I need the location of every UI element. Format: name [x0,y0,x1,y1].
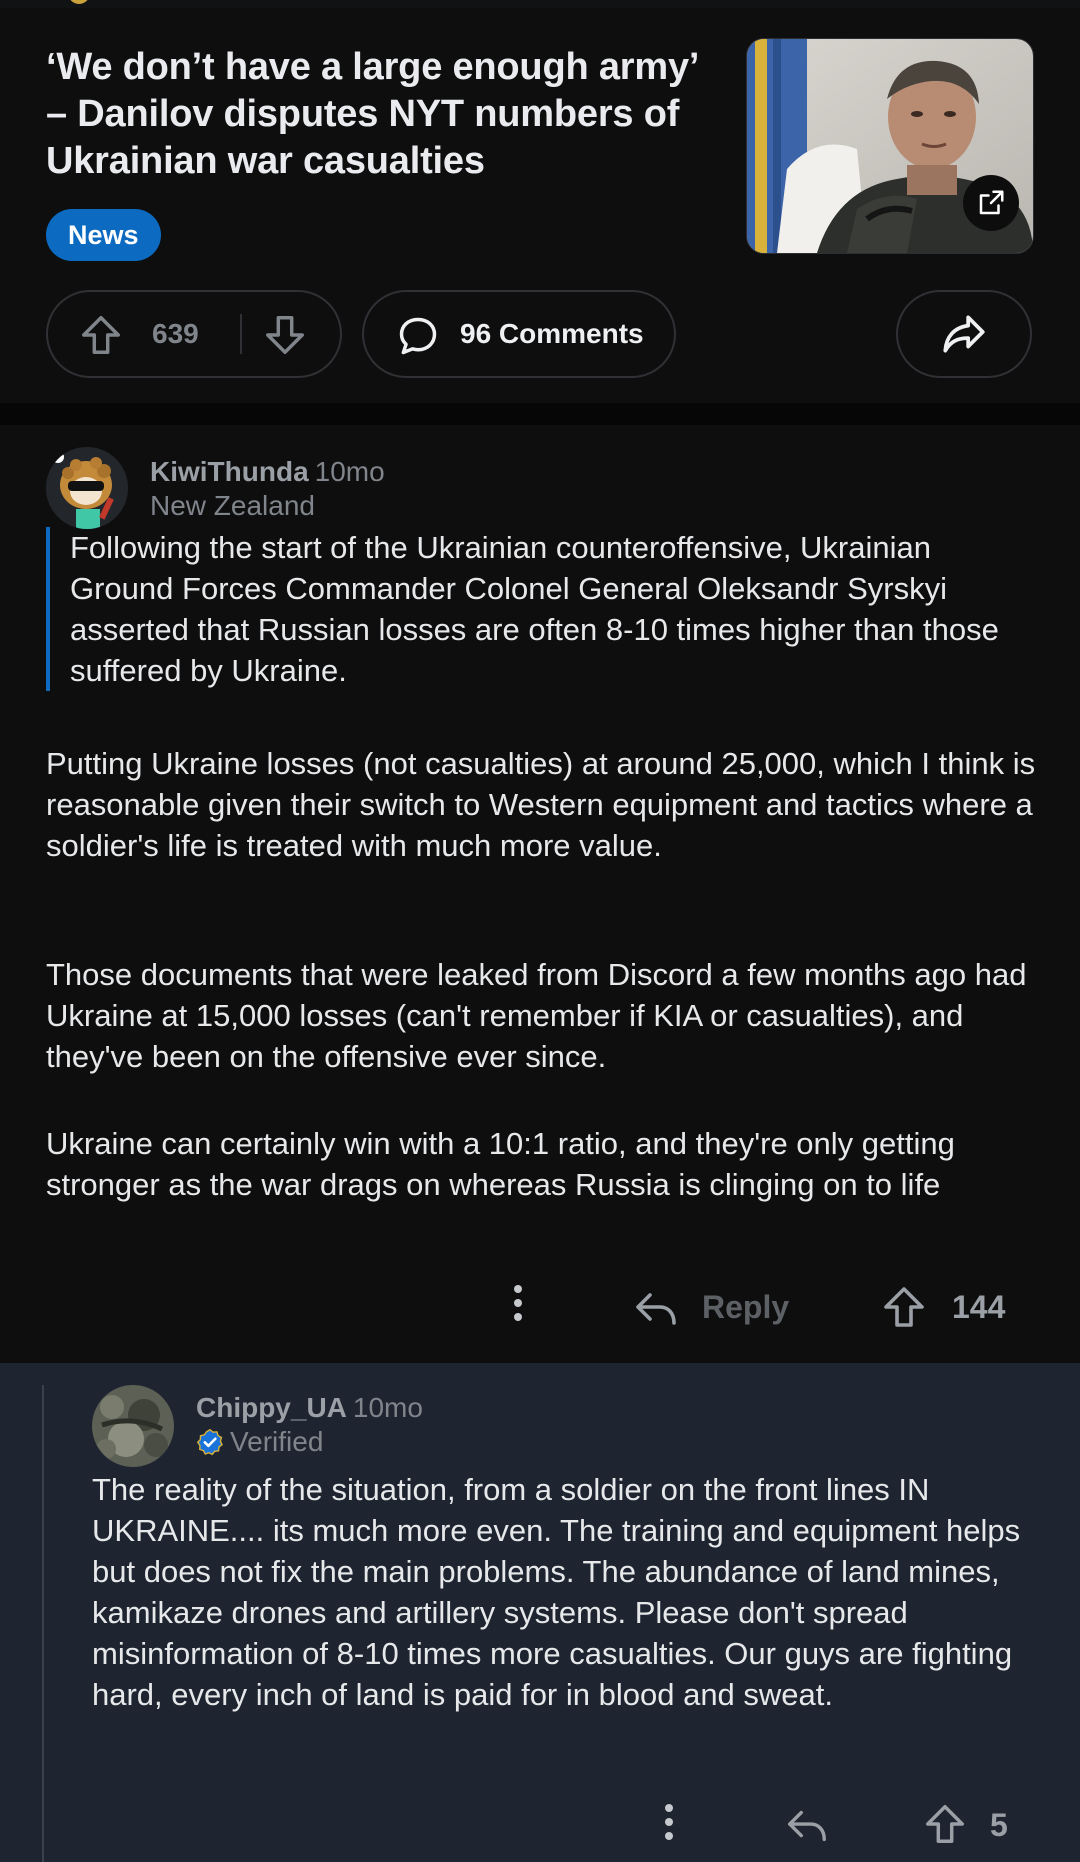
post-vote-count: 639 [152,318,199,349]
user-flair: New Zealand [150,490,315,521]
comment: KiwiThunda 10mo New Zealand Following the… [0,425,1080,1363]
reply-icon[interactable] [632,1285,680,1333]
avatar[interactable] [46,447,128,529]
vote-divider [240,314,242,354]
comment-paragraph: Putting Ukraine losses (not casualties) … [46,746,1036,863]
comments-count-label: 96 Comments [460,318,644,349]
post-vote-control: 639 [46,290,342,378]
comment-quote-block: Following the start of the Ukrainian cou… [46,527,1036,691]
downvote-icon[interactable] [262,312,308,358]
upvote-icon[interactable] [78,312,124,358]
reply-button[interactable]: Reply [702,1285,789,1329]
comment-actions: Reply 144 [0,1273,1080,1343]
comment-age: 10mo [352,1392,423,1423]
post-thumbnail[interactable] [746,38,1034,254]
comment-paragraph: Ukraine can certainly win with a 10:1 ra… [46,1126,955,1202]
verified-label: Verified [230,1426,324,1457]
reply-icon[interactable] [784,1803,830,1849]
share-icon [943,315,985,353]
external-link-button[interactable] [963,175,1019,231]
overflow-menu-icon[interactable] [665,1804,673,1840]
comment-age: 10mo [314,456,385,487]
verified-flair: Verified [196,1425,323,1459]
partial-avatar [68,0,90,4]
thread-line[interactable] [42,1385,44,1862]
comment-bubble-icon [399,317,437,355]
user-avatar-image [46,447,128,529]
comment-vote-count: 5 [990,1807,1008,1843]
comment-vote-count: 144 [952,1289,1006,1325]
reply-comment: Chippy_UA 10mo Verified The reality of th… [0,1363,1080,1862]
comment-author-row: KiwiThunda 10mo [150,455,385,489]
upvote-icon[interactable] [922,1801,968,1847]
external-link-icon [979,190,1004,215]
comment-author-name[interactable]: KiwiThunda [150,456,309,487]
share-button[interactable] [896,290,1032,378]
comment-body: The reality of the situation, from a sol… [92,1472,1021,1712]
verified-badge-icon [196,1428,223,1456]
section-divider [0,403,1080,425]
comments-button[interactable]: 96 Comments [362,290,676,378]
comment-author-row: Chippy_UA 10mo [196,1391,423,1425]
avatar[interactable] [92,1385,174,1467]
post-title[interactable]: ‘We don’t have a large enough army’ – Da… [46,44,716,185]
user-avatar-image [92,1385,174,1467]
overflow-menu-icon[interactable] [514,1285,522,1321]
comment-paragraph: Those documents that were leaked from Di… [46,957,1027,1074]
comment-author-name[interactable]: Chippy_UA [196,1392,347,1423]
upvote-icon[interactable] [880,1283,928,1331]
post-flair-badge[interactable]: News [46,209,161,261]
